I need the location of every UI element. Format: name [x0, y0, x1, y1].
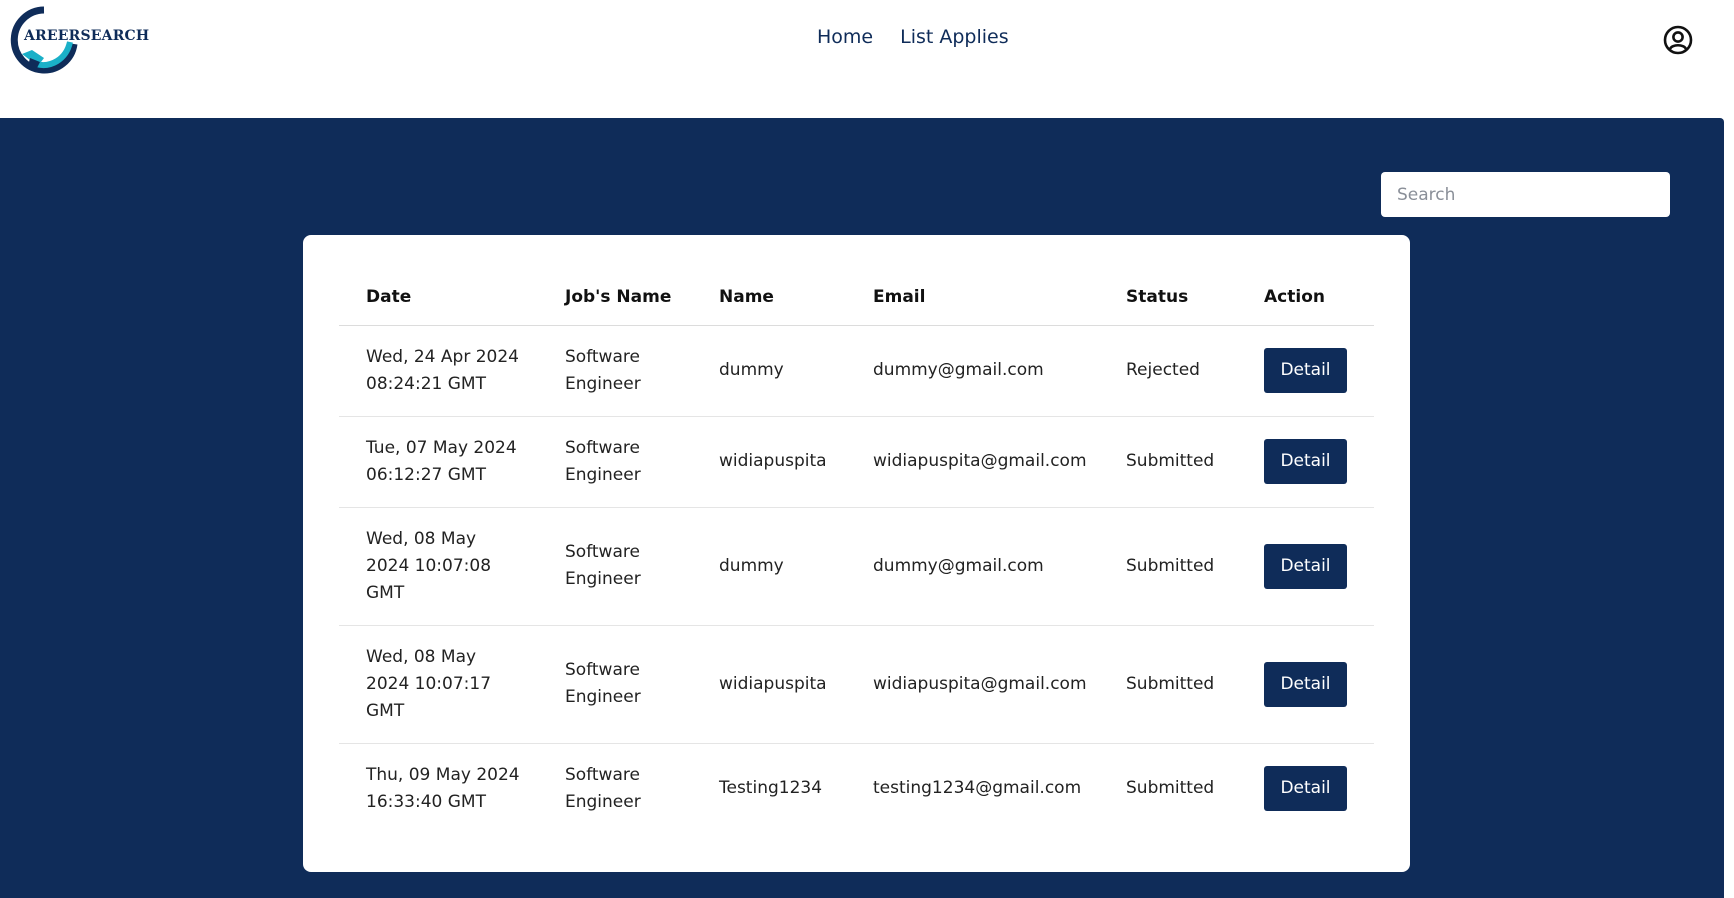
- table-row: Tue, 07 May 2024 06:12:27 GMT Software E…: [339, 416, 1374, 508]
- column-header-email: Email: [846, 269, 1099, 326]
- detail-button[interactable]: Detail: [1264, 543, 1347, 589]
- cell-email: widiapuspita@gmail.com: [846, 625, 1099, 744]
- cell-name: widiapuspita: [692, 416, 846, 508]
- column-header-action: Action: [1237, 269, 1374, 326]
- cell-date: Tue, 07 May 2024 06:12:27 GMT: [366, 437, 517, 485]
- detail-button[interactable]: Detail: [1264, 766, 1347, 812]
- user-circle-icon[interactable]: [1663, 25, 1693, 55]
- cell-name: dummy: [692, 325, 846, 417]
- logo-text: AREERSEARCH: [24, 28, 150, 44]
- cell-job-name: Software Engineer: [565, 660, 641, 707]
- cell-date: Wed, 08 May 2024 10:07:08 GMT: [366, 528, 492, 603]
- column-header-name: Name: [692, 269, 846, 326]
- site-logo[interactable]: AREERSEARCH: [10, 6, 150, 74]
- cell-status: Submitted: [1099, 416, 1237, 508]
- cell-name: dummy: [692, 507, 846, 626]
- nav-list-applies[interactable]: List Applies: [900, 26, 1009, 48]
- cell-status: Submitted: [1099, 625, 1237, 744]
- cell-email: widiapuspita@gmail.com: [846, 416, 1099, 508]
- table-row: Thu, 09 May 2024 16:33:40 GMT Software E…: [339, 743, 1374, 834]
- detail-button[interactable]: Detail: [1264, 348, 1347, 393]
- main-content: Date Job's Name Name Email Status Action…: [0, 118, 1724, 898]
- applies-table: Date Job's Name Name Email Status Action…: [339, 269, 1374, 834]
- cell-job-name: Software Engineer: [565, 346, 641, 394]
- table-header-row: Date Job's Name Name Email Status Action: [339, 269, 1374, 326]
- column-header-job-name: Job's Name: [538, 269, 692, 326]
- cell-job-name: Software Engineer: [565, 542, 641, 589]
- cell-email: dummy@gmail.com: [846, 507, 1099, 626]
- search-input[interactable]: [1381, 172, 1670, 217]
- detail-button[interactable]: Detail: [1264, 439, 1347, 484]
- cell-status: Submitted: [1099, 507, 1237, 626]
- table-row: Wed, 08 May 2024 10:07:08 GMT Software E…: [339, 507, 1374, 626]
- cell-date: Wed, 24 Apr 2024 08:24:21 GMT: [366, 346, 519, 394]
- cell-date: Wed, 08 May 2024 10:07:17 GMT: [366, 646, 492, 721]
- column-header-date: Date: [339, 269, 538, 326]
- main-nav: Home List Applies: [817, 26, 1009, 48]
- table-row: Wed, 08 May 2024 10:07:17 GMT Software E…: [339, 625, 1374, 744]
- cell-email: dummy@gmail.com: [846, 325, 1099, 417]
- cell-email: testing1234@gmail.com: [873, 778, 1082, 799]
- cell-date: Thu, 09 May 2024 16:33:40 GMT: [366, 764, 520, 812]
- applies-card: Date Job's Name Name Email Status Action…: [303, 235, 1410, 872]
- top-header: AREERSEARCH Home List Applies: [0, 0, 1734, 118]
- cell-status: Submitted: [1126, 778, 1215, 799]
- cell-job-name: Software Engineer: [565, 764, 641, 812]
- cell-name: Testing1234: [719, 778, 823, 799]
- column-header-status: Status: [1099, 269, 1237, 326]
- nav-home[interactable]: Home: [817, 26, 873, 48]
- cell-job-name: Software Engineer: [565, 437, 641, 485]
- cell-status: Rejected: [1099, 325, 1237, 417]
- table-row: Wed, 24 Apr 2024 08:24:21 GMT Software E…: [339, 325, 1374, 417]
- detail-button[interactable]: Detail: [1264, 661, 1347, 707]
- cell-name: widiapuspita: [692, 625, 846, 744]
